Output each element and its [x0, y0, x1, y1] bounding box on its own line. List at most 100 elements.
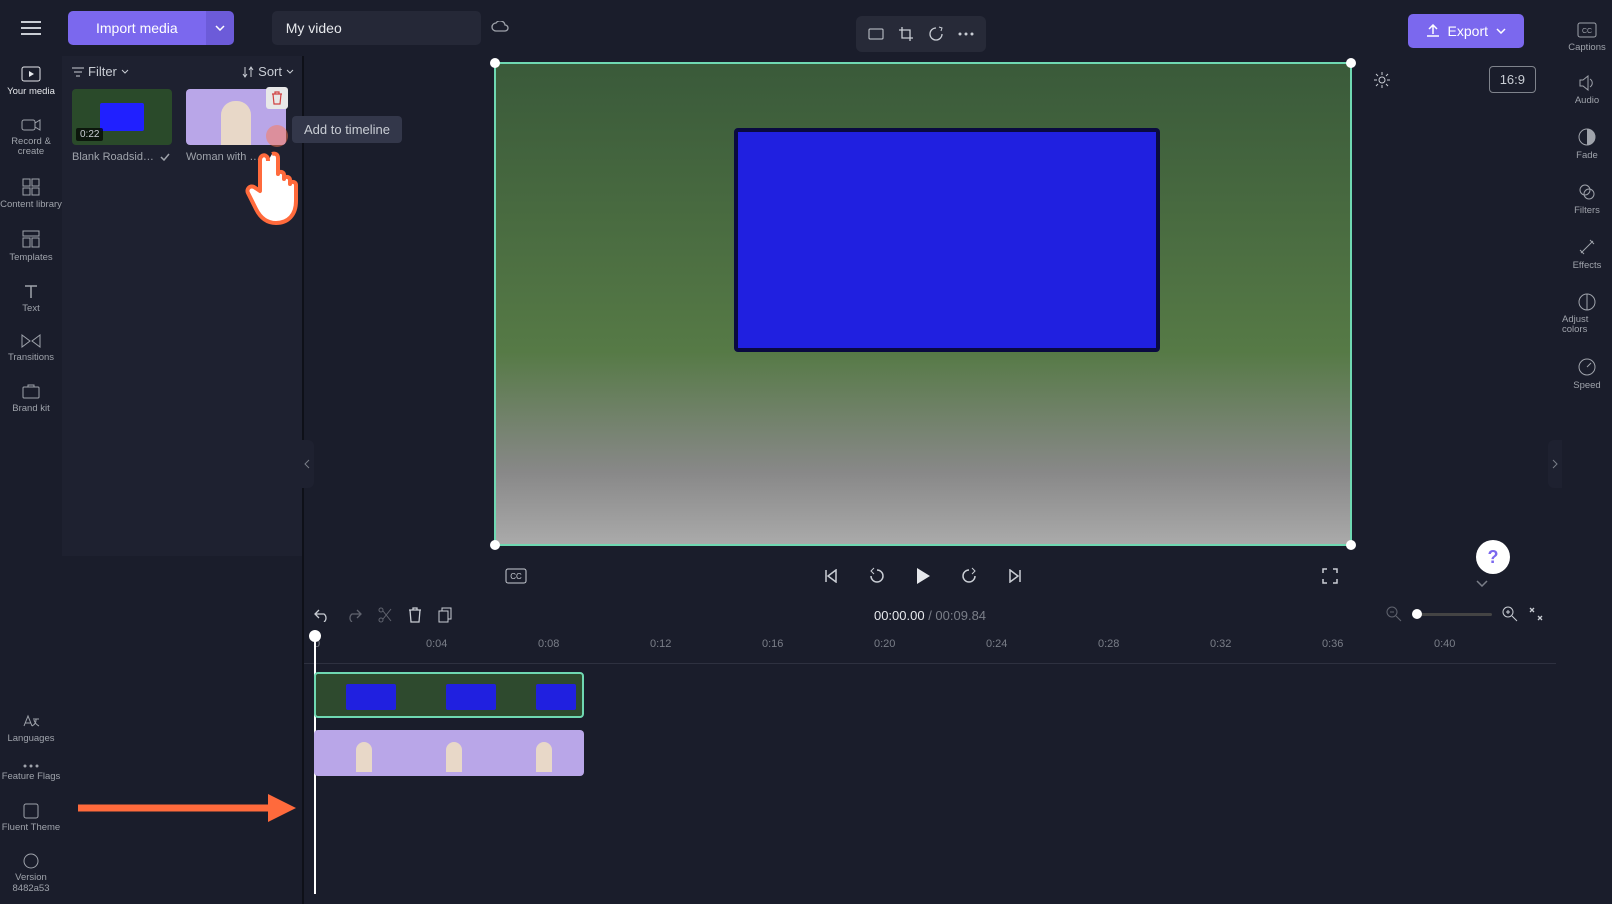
add-to-timeline-button[interactable] — [266, 125, 288, 147]
audio-icon — [1578, 75, 1596, 91]
filter-button[interactable]: Filter — [72, 64, 129, 79]
sidebar-item-languages[interactable]: Languages — [0, 703, 62, 754]
more-tools-button[interactable] — [952, 20, 980, 48]
undo-button[interactable] — [314, 608, 330, 622]
sidebar-label: Languages — [7, 733, 54, 744]
chevron-down-icon — [1476, 580, 1488, 587]
prop-item-adjust-colors[interactable]: Adjust colors — [1562, 285, 1612, 344]
import-media-button[interactable]: Import media — [68, 11, 206, 45]
media-thumb-1[interactable]: 0:22 Blank Roadsid… — [72, 89, 172, 163]
theme-icon — [23, 803, 39, 819]
prop-item-filters[interactable]: Filters — [1562, 175, 1612, 224]
captions-toggle-button[interactable]: CC — [502, 562, 530, 590]
prop-item-effects[interactable]: Effects — [1562, 230, 1612, 279]
crop-icon — [899, 27, 913, 41]
zoom-slider[interactable] — [1412, 613, 1492, 616]
sidebar-item-brand-kit[interactable]: Brand kit — [0, 373, 62, 424]
duplicate-button[interactable] — [438, 607, 452, 623]
export-button[interactable]: Export — [1408, 14, 1524, 48]
prop-item-fade[interactable]: Fade — [1562, 120, 1612, 169]
split-button[interactable] — [378, 607, 392, 623]
library-icon — [22, 178, 40, 196]
fullscreen-button[interactable] — [1316, 562, 1344, 590]
prop-item-audio[interactable]: Audio — [1562, 67, 1612, 114]
prop-item-captions[interactable]: CC Captions — [1562, 14, 1612, 61]
export-label: Export — [1448, 23, 1488, 39]
svg-text:CC: CC — [1582, 28, 1592, 35]
zoom-slider-thumb[interactable] — [1412, 609, 1422, 619]
copy-icon — [438, 607, 452, 623]
svg-text:CC: CC — [510, 572, 522, 581]
prop-item-speed[interactable]: Speed — [1562, 350, 1612, 399]
resize-handle-tl[interactable] — [490, 58, 500, 68]
timeline: 00:00.00 / 00:09.84 0 0:04 0:08 0:12 0:1… — [304, 596, 1556, 904]
sidebar-item-feature-flags[interactable]: Feature Flags — [0, 754, 62, 792]
filter-label: Filter — [88, 64, 117, 79]
ruler-tick: 0:24 — [986, 638, 1007, 650]
help-button[interactable]: ? — [1476, 540, 1510, 574]
timeline-clip-woman[interactable] — [314, 730, 584, 776]
sort-button[interactable]: Sort — [242, 64, 294, 79]
thumb-label: Blank Roadsid… — [72, 151, 172, 163]
fullscreen-icon — [1322, 568, 1338, 584]
aspect-ratio-button[interactable]: 16:9 — [1489, 66, 1536, 93]
rotate-icon — [928, 26, 944, 42]
hamburger-icon — [21, 21, 41, 35]
scissors-icon — [378, 607, 392, 623]
zoom-fit-icon — [1528, 606, 1544, 622]
sidebar-label: Text — [22, 303, 39, 314]
sidebar-item-transitions[interactable]: Transitions — [0, 324, 62, 373]
delete-thumb-button[interactable] — [266, 87, 288, 109]
help-expand[interactable] — [1476, 580, 1510, 587]
import-media-dropdown[interactable] — [206, 11, 234, 45]
filter-icon — [72, 67, 84, 77]
zoom-in-button[interactable] — [1502, 606, 1518, 622]
zoom-fit-button[interactable] — [1528, 606, 1544, 622]
fit-tool-button[interactable] — [862, 20, 890, 48]
sidebar-item-content-library[interactable]: Content library — [0, 168, 62, 220]
play-button[interactable] — [909, 562, 937, 590]
collapse-media-panel[interactable] — [300, 440, 314, 488]
version-icon — [23, 853, 39, 869]
gear-icon — [1373, 71, 1391, 89]
forward-button[interactable] — [955, 562, 983, 590]
resize-handle-br[interactable] — [1346, 540, 1356, 550]
zoom-in-icon — [1502, 606, 1518, 622]
collapse-right-panel[interactable] — [1548, 440, 1562, 488]
crop-tool-button[interactable] — [892, 20, 920, 48]
preview-settings-button[interactable] — [1368, 66, 1396, 94]
sync-status-icon[interactable] — [491, 21, 509, 35]
ruler-tick: 0:40 — [1434, 638, 1455, 650]
timeline-ruler[interactable]: 0 0:04 0:08 0:12 0:16 0:20 0:24 0:28 0:3… — [304, 638, 1556, 664]
sidebar-item-fluent-theme[interactable]: Fluent Theme — [0, 793, 62, 843]
skip-start-button[interactable] — [817, 562, 845, 590]
prop-label: Speed — [1573, 380, 1600, 391]
rewind-button[interactable] — [863, 562, 891, 590]
thumb-preview: 0:22 — [72, 89, 172, 145]
sidebar-item-text[interactable]: Text — [0, 273, 62, 324]
video-preview[interactable] — [494, 62, 1352, 546]
sidebar-item-templates[interactable]: Templates — [0, 220, 62, 273]
rotate-tool-button[interactable] — [922, 20, 950, 48]
prop-label: Effects — [1573, 260, 1602, 271]
redo-button[interactable] — [346, 608, 362, 622]
zoom-out-button[interactable] — [1386, 606, 1402, 622]
delete-clip-button[interactable] — [408, 607, 422, 623]
sidebar-item-your-media[interactable]: Your media — [0, 56, 62, 107]
sidebar-item-version[interactable]: Version 8482a53 — [0, 843, 62, 904]
billboard-overlay — [734, 128, 1160, 352]
skip-forward-icon — [1008, 569, 1022, 583]
export-icon — [1426, 24, 1440, 38]
more-icon — [23, 764, 39, 768]
sort-icon — [242, 66, 254, 78]
sidebar-item-record[interactable]: Record & create — [0, 107, 62, 168]
hamburger-menu[interactable] — [14, 11, 48, 45]
fade-icon — [1578, 128, 1596, 146]
captions-icon: CC — [1577, 22, 1597, 38]
skip-end-button[interactable] — [1001, 562, 1029, 590]
resize-handle-bl[interactable] — [490, 540, 500, 550]
timeline-clip-billboard[interactable] — [314, 672, 584, 718]
chevron-down-icon — [286, 69, 294, 74]
project-title-input[interactable] — [272, 11, 481, 45]
resize-handle-tr[interactable] — [1346, 58, 1356, 68]
